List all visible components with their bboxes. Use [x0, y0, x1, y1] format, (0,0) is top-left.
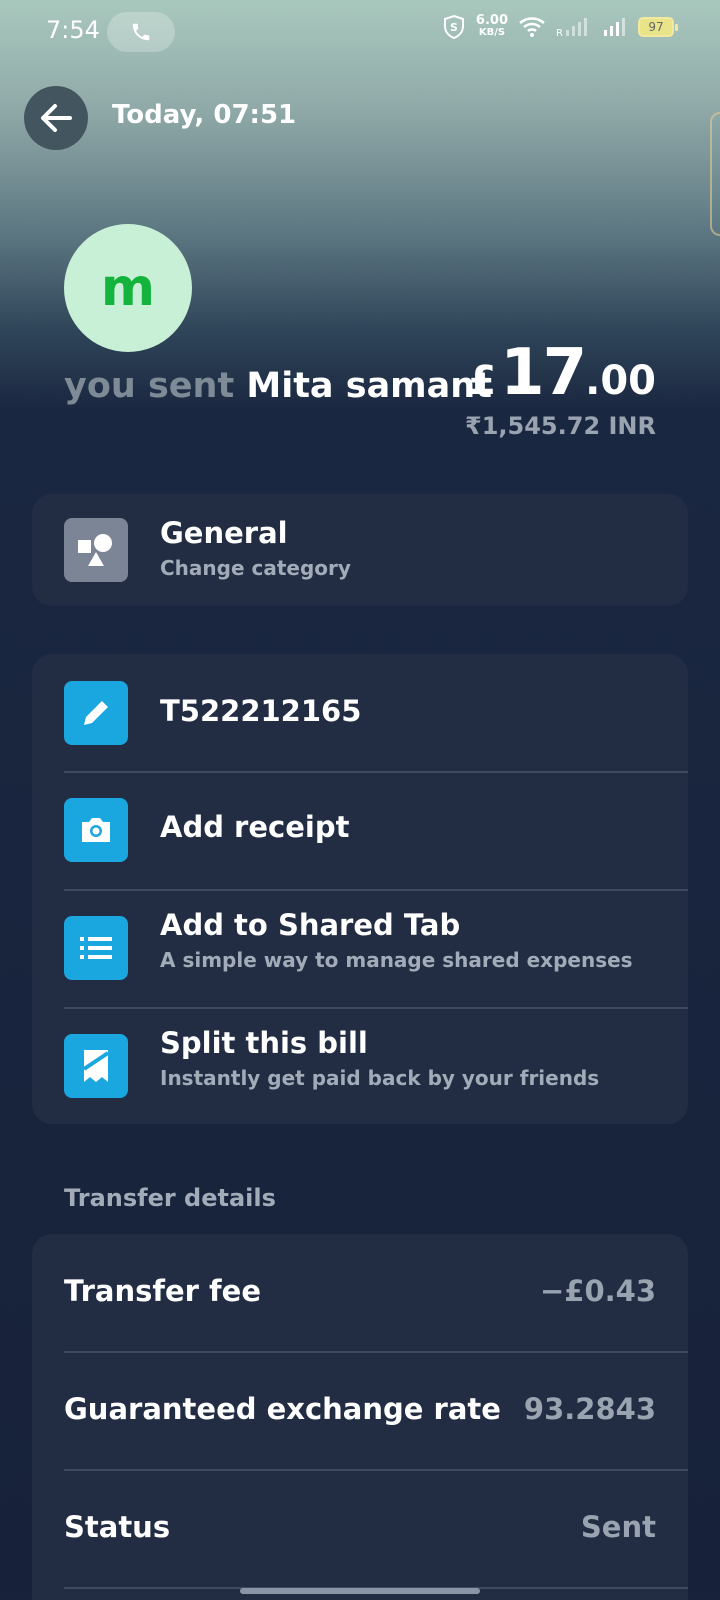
sent-prefix: you sent — [64, 366, 235, 406]
shapes-icon — [64, 518, 128, 582]
battery-icon: 97 — [638, 17, 678, 37]
exchange-rate-value: 93.2843 — [523, 1392, 656, 1426]
sent-summary: you sent Mita samant — [64, 366, 492, 406]
home-indicator[interactable] — [240, 1588, 480, 1594]
back-button[interactable] — [24, 86, 88, 150]
amount-integer: 17 — [500, 336, 587, 410]
status-row: Status Sent — [32, 1470, 688, 1588]
shared-tab-row[interactable]: Add to Shared Tab A simple way to manage… — [32, 890, 688, 1008]
network-speed-unit: KB/S — [478, 27, 506, 38]
status-time: 7:54 — [46, 16, 100, 44]
add-receipt-row[interactable]: Add receipt — [32, 772, 688, 890]
amount-decimal: .00 — [585, 358, 656, 404]
exchange-rate-row: Guaranteed exchange rate 93.2843 — [32, 1352, 688, 1470]
category-subtitle: Change category — [160, 556, 351, 580]
transfer-details-card: Transfer fee −£0.43 Guaranteed exchange … — [32, 1234, 688, 1600]
phone-icon — [132, 23, 150, 41]
currency-symbol: £ — [468, 358, 497, 404]
svg-text:R: R — [556, 28, 563, 38]
ongoing-call-chip[interactable] — [107, 12, 175, 52]
split-bill-title: Split this bill — [160, 1026, 368, 1060]
pencil-icon — [64, 681, 128, 745]
avatar: m — [64, 224, 192, 352]
category-card[interactable]: General Change category — [32, 494, 688, 606]
arrow-left-icon — [41, 104, 72, 132]
reference-row[interactable]: T522212165 — [32, 654, 688, 772]
actions-card: T522212165 Add receipt Add to Shared Tab… — [32, 654, 688, 1124]
wifi-icon — [519, 17, 545, 37]
status-icons: S 6.00 KB/S R 97 — [442, 13, 678, 40]
shared-tab-title: Add to Shared Tab — [160, 908, 461, 942]
transfer-fee-row: Transfer fee −£0.43 — [32, 1234, 688, 1352]
sent-amount: £ 17 .00 — [468, 336, 656, 410]
status-label: Status — [64, 1510, 171, 1544]
transaction-date: Today, 07:51 — [112, 100, 297, 130]
receipt-icon — [64, 1034, 128, 1098]
split-bill-subtitle: Instantly get paid back by your friends — [160, 1066, 600, 1090]
network-speed: 6.00 KB/S — [475, 13, 508, 39]
category-title: General — [160, 516, 288, 550]
split-bill-row[interactable]: Split this bill Instantly get paid back … — [32, 1008, 688, 1126]
transfer-fee-value: −£0.43 — [539, 1274, 656, 1308]
svg-text:S: S — [450, 21, 458, 34]
camera-icon — [64, 798, 128, 862]
network-speed-value: 6.00 — [475, 13, 508, 28]
exchange-rate-label: Guaranteed exchange rate — [64, 1392, 501, 1426]
edge-panel-handle[interactable] — [710, 112, 720, 236]
list-icon — [64, 916, 128, 980]
converted-amount: ₹1,545.72 INR — [465, 412, 656, 440]
add-receipt-label: Add receipt — [160, 810, 350, 844]
shield-icon: S — [443, 14, 464, 40]
transfer-fee-label: Transfer fee — [64, 1274, 262, 1308]
signal-icon — [604, 18, 625, 36]
avatar-initial: m — [100, 258, 156, 318]
signal-roaming-icon: R — [556, 18, 587, 38]
recipient-name: Mita samant — [246, 366, 492, 406]
shared-tab-subtitle: A simple way to manage shared expenses — [160, 948, 633, 972]
status-value: Sent — [580, 1510, 656, 1544]
reference-label: T522212165 — [160, 694, 362, 728]
status-bar: 7:54 S 6.00 KB/S R 97 — [0, 0, 720, 64]
transfer-details-heading: Transfer details — [64, 1184, 276, 1212]
